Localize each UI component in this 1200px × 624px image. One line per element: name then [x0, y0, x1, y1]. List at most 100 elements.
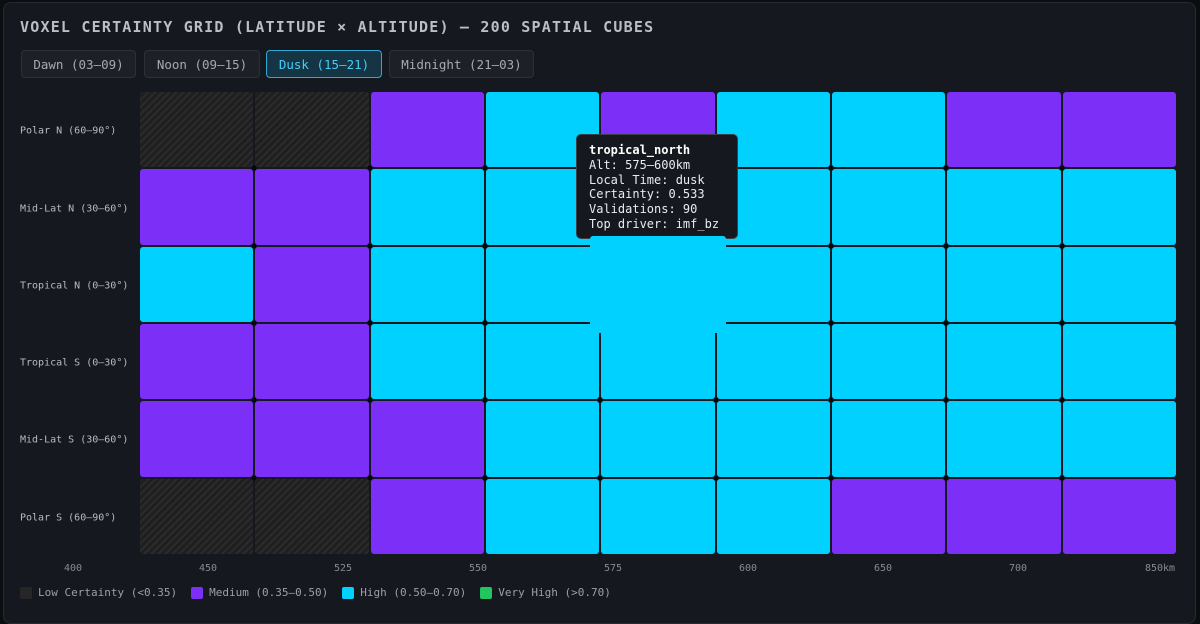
tab-midnight[interactable]: Midnight (21–03) [389, 50, 534, 78]
tooltip-top-driver: Top driver: imf_bz [589, 216, 720, 231]
voxel-cell[interactable] [831, 478, 946, 554]
grid-node [597, 475, 603, 481]
voxel-cell[interactable] [370, 478, 484, 554]
voxel-cell[interactable] [947, 323, 1061, 400]
voxel-cell[interactable] [947, 92, 1061, 168]
row-label-midlat-s: Mid-Lat S (30–60°) [20, 434, 129, 446]
x-tick-400: 400 [63, 563, 83, 574]
voxel-cell[interactable] [601, 401, 715, 477]
voxel-cell[interactable] [716, 246, 830, 322]
x-tick-650: 650 [873, 563, 893, 574]
voxel-cell[interactable] [140, 169, 254, 245]
voxel-cell[interactable] [1062, 169, 1176, 245]
voxel-cell[interactable] [601, 323, 715, 400]
legend-item-medium: Medium (0.35–0.50) [191, 586, 328, 599]
panel-title: VOXEL CERTAINTY GRID (LATITUDE × ALTITUD… [20, 18, 655, 36]
legend-label-high: High (0.50–0.70) [360, 586, 467, 599]
voxel-cell[interactable] [255, 323, 369, 400]
x-tick-700: 700 [1008, 563, 1028, 574]
voxel-cell[interactable] [1062, 401, 1176, 477]
voxel-cell[interactable] [255, 169, 369, 245]
row-label-tropical-n: Tropical N (0–30°) [20, 280, 129, 292]
voxel-cell[interactable] [716, 401, 830, 477]
x-tick-575: 575 [603, 563, 623, 574]
voxel-cell[interactable] [947, 401, 1061, 477]
row-label-midlat-n: Mid-Lat N (30–60°) [20, 203, 129, 215]
legend-item-high: High (0.50–0.70) [342, 586, 466, 599]
grid-node [828, 243, 834, 249]
grid-node [367, 320, 373, 326]
grid-node [251, 165, 257, 171]
grid-node [943, 320, 949, 326]
voxel-cell[interactable] [485, 478, 600, 554]
tab-dawn[interactable]: Dawn (03–09) [21, 50, 136, 78]
voxel-cell[interactable] [485, 246, 600, 322]
voxel-cell[interactable] [140, 246, 254, 322]
voxel-cell[interactable] [140, 323, 254, 400]
tooltip-validations: Validations: 90 [589, 202, 698, 217]
cell-tooltip: tropical_north Alt: 575–600km Local Time… [576, 134, 738, 239]
legend-label-very-high: Very High (>0.70) [498, 586, 611, 599]
legend-item-low: Low Certainty (<0.35) [20, 586, 177, 599]
voxel-cell[interactable] [590, 235, 726, 333]
grid-node [1059, 475, 1065, 481]
grid-node [482, 475, 488, 481]
voxel-cell[interactable] [831, 169, 946, 245]
voxel-cell[interactable] [485, 323, 600, 400]
voxel-cell[interactable] [601, 478, 715, 554]
legend-label-medium: Medium (0.35–0.50) [209, 586, 329, 599]
voxel-cell[interactable] [370, 323, 484, 400]
x-tick-450: 450 [198, 563, 218, 574]
grid-node [251, 475, 257, 481]
voxel-cell[interactable] [485, 401, 600, 477]
row-label-polar-s: Polar S (60–90°) [20, 512, 117, 524]
grid-node [1059, 243, 1065, 249]
grid-node [943, 165, 949, 171]
tooltip-certainty: Certainty: 0.533 [589, 187, 705, 202]
tab-dusk[interactable]: Dusk (15–21) [266, 50, 382, 78]
voxel-cell[interactable] [1062, 92, 1176, 168]
grid-node [367, 243, 373, 249]
grid-node [251, 243, 257, 249]
grid-node [367, 397, 373, 403]
x-tick-550: 550 [468, 563, 488, 574]
grid-node [943, 397, 949, 403]
grid-node [482, 397, 488, 403]
voxel-cell[interactable] [370, 401, 484, 477]
voxel-cell[interactable] [255, 246, 369, 322]
voxel-cell[interactable] [947, 478, 1061, 554]
grid-node [1059, 165, 1065, 171]
tooltip-altitude: Alt: 575–600km [589, 157, 691, 172]
voxel-cell[interactable] [947, 246, 1061, 322]
grid-node [482, 320, 488, 326]
x-tick-850: 850km [1144, 563, 1176, 574]
voxel-cell[interactable] [831, 323, 946, 400]
voxel-cell[interactable] [140, 478, 254, 554]
voxel-cell[interactable] [140, 401, 254, 477]
tooltip-local-time: Local Time: dusk [589, 172, 705, 187]
voxel-cell[interactable] [140, 92, 254, 168]
grid-node [713, 475, 719, 481]
grid-node [482, 165, 488, 171]
voxel-cell[interactable] [947, 169, 1061, 245]
voxel-cell[interactable] [370, 92, 484, 168]
grid-node [1059, 320, 1065, 326]
voxel-cell[interactable] [831, 401, 946, 477]
grid-node [828, 397, 834, 403]
voxel-cell[interactable] [716, 478, 830, 554]
voxel-cell[interactable] [1062, 323, 1176, 400]
voxel-cell[interactable] [255, 401, 369, 477]
voxel-cell[interactable] [370, 246, 484, 322]
voxel-cell[interactable] [255, 92, 369, 168]
voxel-cell[interactable] [1062, 478, 1176, 554]
voxel-cell[interactable] [255, 478, 369, 554]
grid-node [1059, 397, 1065, 403]
voxel-cell[interactable] [831, 246, 946, 322]
voxel-cell[interactable] [1062, 246, 1176, 322]
tab-noon[interactable]: Noon (09–15) [144, 50, 260, 78]
grid-node [713, 397, 719, 403]
voxel-cell[interactable] [716, 323, 830, 400]
grid-node [828, 320, 834, 326]
voxel-cell[interactable] [831, 92, 946, 168]
voxel-cell[interactable] [370, 169, 484, 245]
